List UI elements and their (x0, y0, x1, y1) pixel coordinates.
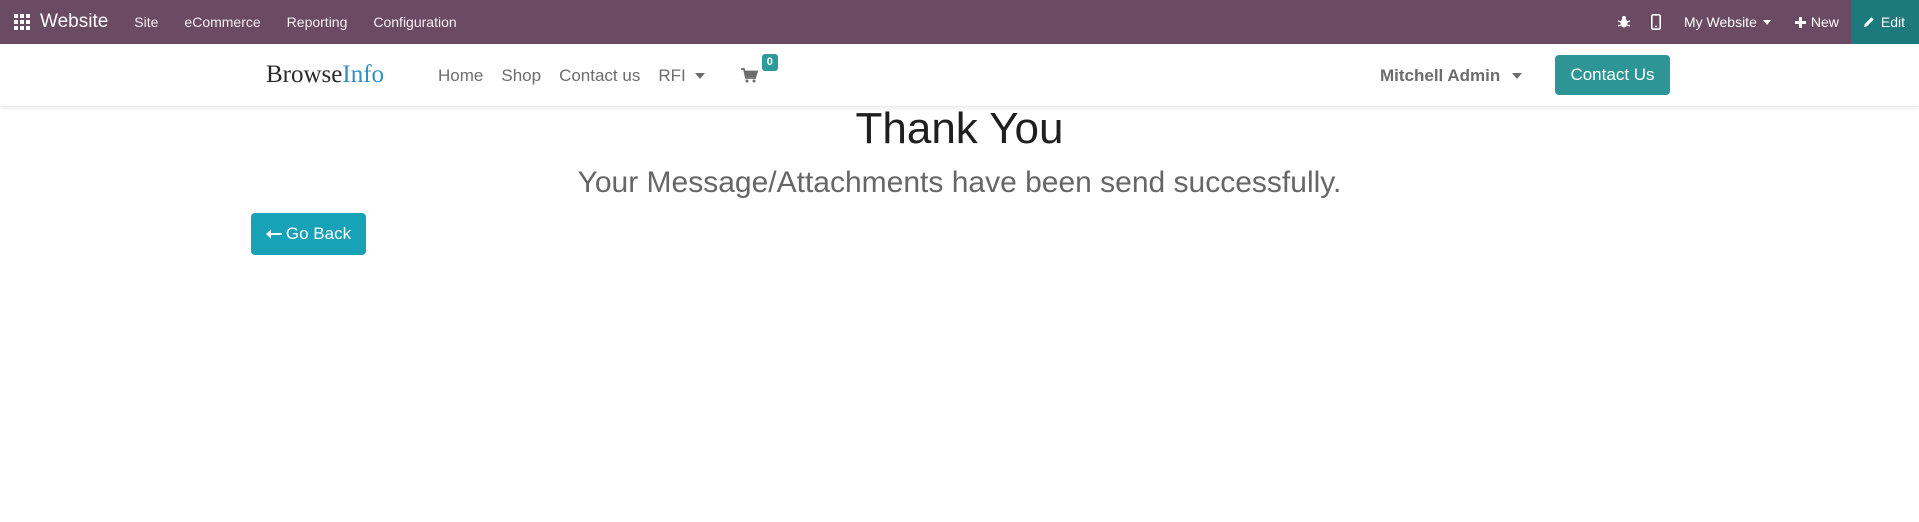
new-button-label: New (1810, 14, 1839, 30)
go-back-label: Go Back (285, 224, 352, 243)
edit-button[interactable]: Edit (1850, 0, 1919, 44)
apps-grid-icon[interactable] (0, 0, 44, 44)
website-selector[interactable]: My Website (1684, 14, 1771, 30)
arrow-left-icon (265, 229, 282, 239)
new-button[interactable]: New (1794, 14, 1839, 30)
page-title: Thank You (855, 104, 1064, 153)
admin-bar-right: My Website New Edit (1608, 0, 1919, 44)
admin-top-bar: Website Site eCommerce Reporting Configu… (0, 0, 1919, 44)
user-menu[interactable]: Mitchell Admin (1380, 44, 1523, 107)
app-title[interactable]: Website (40, 11, 108, 33)
nav-rfi-label: RFI (658, 65, 686, 85)
go-back-button[interactable]: Go Back (251, 213, 366, 255)
user-name: Mitchell Admin (1380, 65, 1501, 85)
edit-button-label: Edit (1880, 14, 1905, 30)
website-selector-label: My Website (1683, 14, 1757, 30)
chevron-down-icon (1512, 72, 1523, 79)
menu-configuration[interactable]: Configuration (373, 14, 456, 30)
contact-us-button[interactable]: Contact Us (1555, 55, 1670, 95)
cart-icon (740, 68, 758, 83)
cart-button[interactable]: 0 (740, 54, 778, 83)
nav-rfi-dropdown[interactable]: RFI (658, 65, 705, 86)
plus-icon (1794, 16, 1806, 28)
success-message: Your Message/Attachments have been send … (577, 166, 1342, 199)
mobile-icon[interactable] (1640, 0, 1672, 44)
site-logo[interactable]: BrowseInfo (266, 61, 384, 89)
bug-icon[interactable] (1608, 0, 1640, 44)
menu-reporting[interactable]: Reporting (287, 14, 348, 30)
nav-home[interactable]: Home (438, 66, 483, 86)
menu-site[interactable]: Site (134, 14, 158, 30)
logo-text-primary: Browse (266, 61, 343, 88)
nav-contact-us[interactable]: Contact us (559, 66, 640, 86)
logo-text-accent: Info (342, 61, 385, 88)
cart-count-badge: 0 (761, 54, 778, 71)
main-nav: Home Shop Contact us RFI 0 (438, 44, 778, 107)
nav-shop[interactable]: Shop (501, 66, 541, 86)
website-header: BrowseInfo Home Shop Contact us RFI 0 Mi… (0, 44, 1919, 107)
chevron-down-icon (1762, 19, 1771, 25)
chevron-down-icon (694, 72, 705, 79)
menu-ecommerce[interactable]: eCommerce (184, 14, 260, 30)
pencil-icon (1863, 17, 1874, 27)
